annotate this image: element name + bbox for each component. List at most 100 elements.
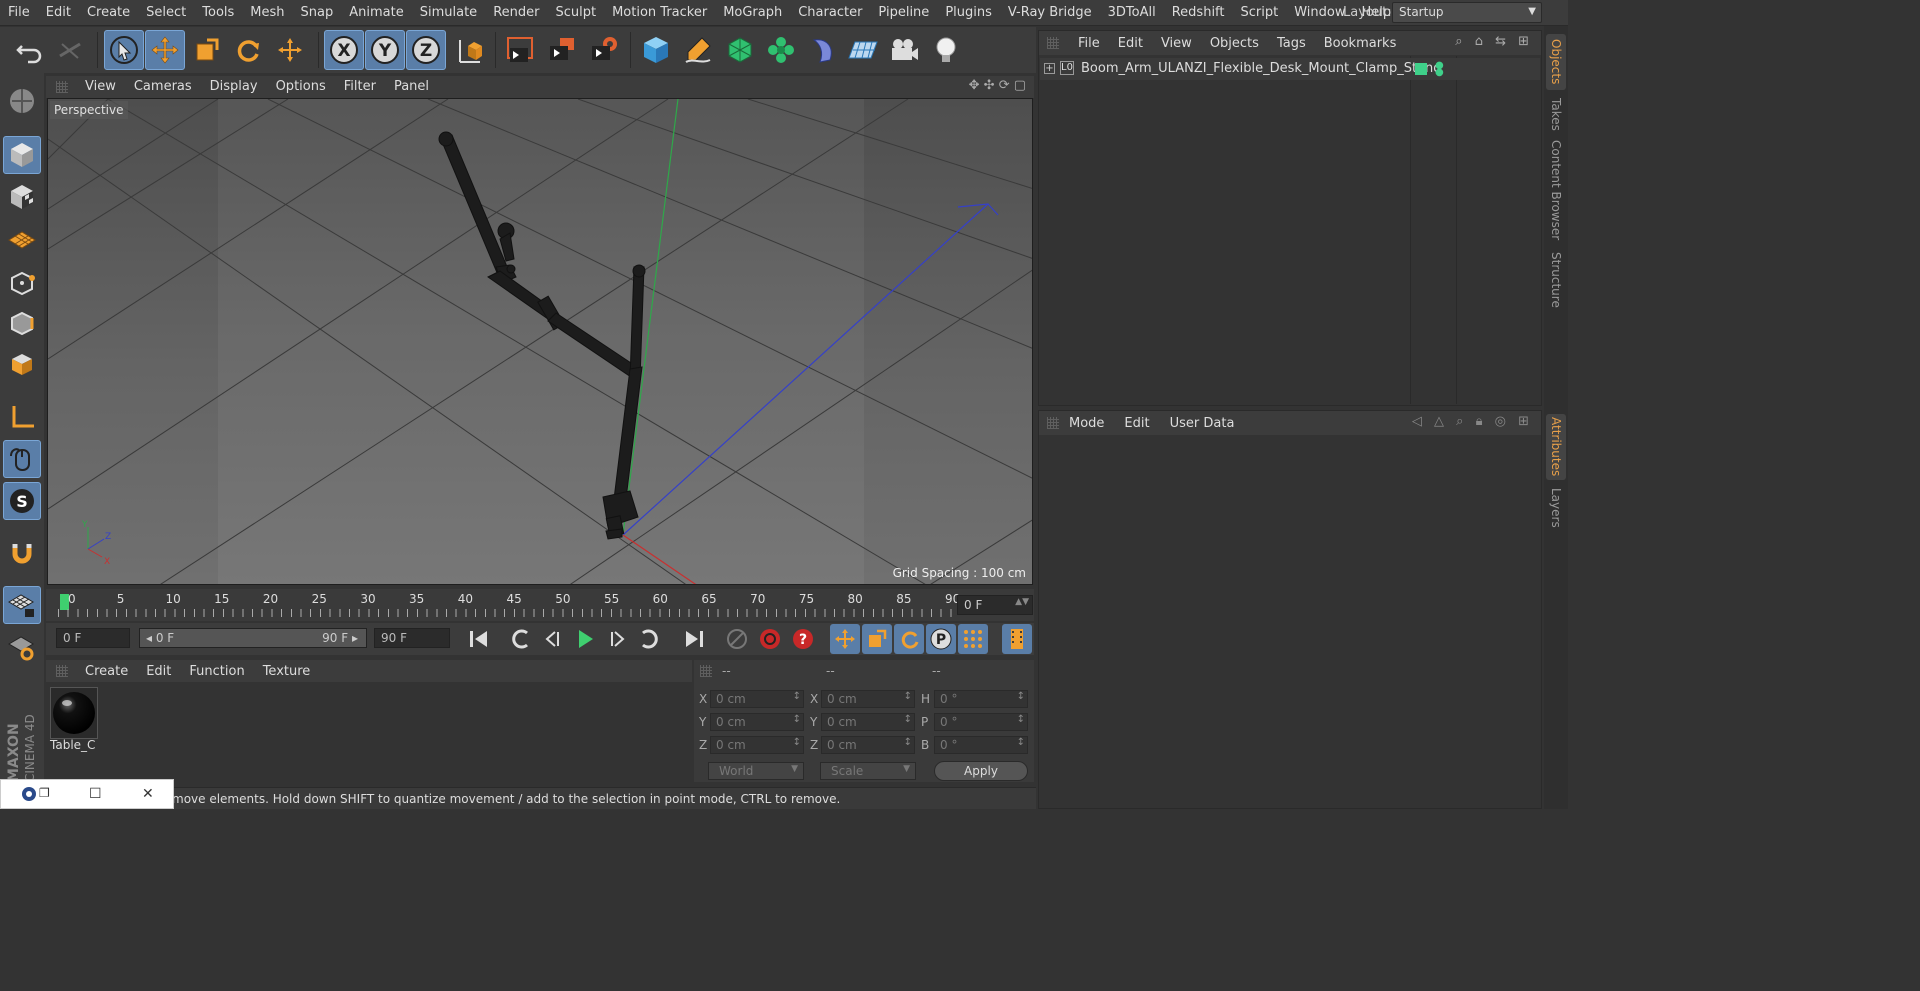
maximize-icon[interactable]: ☐ bbox=[89, 786, 102, 802]
panel-grip[interactable] bbox=[56, 81, 68, 93]
next-frame-button[interactable] bbox=[602, 624, 632, 654]
camera-button[interactable] bbox=[884, 30, 924, 70]
viewport-menu-options[interactable]: Options bbox=[267, 76, 335, 98]
object-menu-view[interactable]: View bbox=[1152, 36, 1201, 51]
tab-structure[interactable]: Structure bbox=[1546, 248, 1566, 312]
attribute-manager-nav-icons[interactable]: ◁ △ ⌕ 🔒︎ ◎ ⊞ bbox=[1412, 414, 1533, 429]
key-rotation-button[interactable] bbox=[894, 624, 924, 654]
size-y-field[interactable]: 0 cm bbox=[821, 713, 915, 731]
planar-workplane-button[interactable] bbox=[3, 628, 41, 666]
rot-p-field[interactable]: 0 ° bbox=[934, 713, 1028, 731]
material-menu-texture[interactable]: Texture bbox=[254, 664, 320, 679]
menu-pipeline[interactable]: Pipeline bbox=[870, 0, 937, 26]
menu-simulate[interactable]: Simulate bbox=[412, 0, 485, 26]
frame-range-slider[interactable]: ◂ 0 F 90 F ▸ bbox=[139, 628, 367, 648]
object-menu-objects[interactable]: Objects bbox=[1201, 36, 1268, 51]
timeline-window-button[interactable] bbox=[1002, 624, 1032, 654]
viewport-menu-filter[interactable]: Filter bbox=[335, 76, 385, 98]
perspective-viewport[interactable]: Y Z X Perspective Grid Spacing : 100 cm bbox=[47, 98, 1033, 585]
panel-grip[interactable] bbox=[700, 665, 712, 677]
panel-grip[interactable] bbox=[1047, 37, 1059, 49]
app-window-icon[interactable] bbox=[21, 786, 37, 806]
edges-mode-button[interactable] bbox=[3, 304, 41, 342]
scale-button[interactable] bbox=[187, 30, 227, 70]
rot-h-field[interactable]: 0 ° bbox=[934, 690, 1028, 708]
menu-file[interactable]: File bbox=[0, 0, 38, 26]
pos-x-field[interactable]: 0 cm bbox=[710, 690, 804, 708]
texture-mode-button[interactable] bbox=[3, 178, 41, 216]
material-manager-area[interactable] bbox=[46, 682, 692, 782]
menu-create[interactable]: Create bbox=[79, 0, 138, 26]
attribute-menu-user-data[interactable]: User Data bbox=[1160, 416, 1245, 431]
material-menu-function[interactable]: Function bbox=[180, 664, 253, 679]
snapping-button[interactable] bbox=[3, 534, 41, 572]
tab-attributes[interactable]: Attributes bbox=[1546, 414, 1566, 480]
y-axis-lock-button[interactable]: Y bbox=[365, 30, 405, 70]
panel-grip[interactable] bbox=[1047, 417, 1059, 429]
menu-render[interactable]: Render bbox=[485, 0, 547, 26]
current-frame-field[interactable]: 0 F ▲▼ bbox=[957, 595, 1033, 615]
light-button[interactable] bbox=[926, 30, 966, 70]
menu-select[interactable]: Select bbox=[138, 0, 194, 26]
transform-button[interactable] bbox=[270, 30, 310, 70]
go-to-end-button[interactable] bbox=[679, 624, 709, 654]
menu-tools[interactable]: Tools bbox=[194, 0, 242, 26]
menu-3dtoall[interactable]: 3DToAll bbox=[1100, 0, 1164, 26]
go-to-start-button[interactable] bbox=[464, 624, 494, 654]
menu-character[interactable]: Character bbox=[790, 0, 870, 26]
menu-vray-bridge[interactable]: V-Ray Bridge bbox=[1000, 0, 1100, 26]
menu-animate[interactable]: Animate bbox=[341, 0, 411, 26]
menu-snap[interactable]: Snap bbox=[293, 0, 342, 26]
object-name[interactable]: Boom_Arm_ULANZI_Flexible_Desk_Mount_Clam… bbox=[1081, 61, 1442, 76]
material-thumbnail[interactable] bbox=[50, 687, 98, 739]
material-menu-create[interactable]: Create bbox=[76, 664, 137, 679]
render-settings-button[interactable] bbox=[584, 30, 624, 70]
object-menu-file[interactable]: File bbox=[1069, 36, 1109, 51]
points-mode-button[interactable] bbox=[3, 264, 41, 302]
lock-workplane-button[interactable] bbox=[3, 586, 41, 624]
menu-motion-tracker[interactable]: Motion Tracker bbox=[604, 0, 715, 26]
z-axis-lock-button[interactable]: Z bbox=[406, 30, 446, 70]
minimized-window-bar[interactable]: ❐ ☐ ✕ bbox=[0, 779, 174, 809]
object-menu-tags[interactable]: Tags bbox=[1268, 36, 1315, 51]
menu-mograph[interactable]: MoGraph bbox=[715, 0, 790, 26]
menu-mesh[interactable]: Mesh bbox=[242, 0, 292, 26]
restore-icon[interactable]: ❐ bbox=[39, 786, 50, 800]
size-x-field[interactable]: 0 cm bbox=[821, 690, 915, 708]
previous-keyframe-button[interactable] bbox=[506, 624, 536, 654]
close-icon[interactable]: ✕ bbox=[142, 786, 154, 802]
record-position-button[interactable] bbox=[722, 624, 752, 654]
make-editable-button[interactable] bbox=[3, 82, 41, 120]
keyframe-selection-button[interactable]: ? bbox=[788, 624, 818, 654]
object-menu-edit[interactable]: Edit bbox=[1109, 36, 1152, 51]
timeline-ruler[interactable]: 0 5 10 15 20 25 30 35 40 45 50 55 60 65 70 75 80 85 90 bbox=[58, 591, 960, 619]
viewport-menu-cameras[interactable]: Cameras bbox=[125, 76, 201, 98]
expand-icon[interactable]: + bbox=[1044, 63, 1055, 74]
previous-frame-button[interactable] bbox=[538, 624, 568, 654]
key-pla-button[interactable] bbox=[958, 624, 988, 654]
menu-edit[interactable]: Edit bbox=[38, 0, 79, 26]
tab-takes[interactable]: Takes bbox=[1546, 94, 1566, 134]
material-menu-edit[interactable]: Edit bbox=[137, 664, 180, 679]
material-name[interactable]: Table_C bbox=[50, 738, 95, 752]
viewport-menu-display[interactable]: Display bbox=[201, 76, 267, 98]
cube-button[interactable] bbox=[636, 30, 676, 70]
menu-script[interactable]: Script bbox=[1233, 0, 1287, 26]
layout-dropdown[interactable]: Startup ▼ bbox=[1392, 2, 1542, 23]
workplane-mode-button[interactable] bbox=[3, 220, 41, 258]
viewport-nav-icons[interactable]: ✥ ✣ ⟳ ▢ bbox=[969, 78, 1026, 93]
rotate-button[interactable] bbox=[228, 30, 268, 70]
menu-redshift[interactable]: Redshift bbox=[1164, 0, 1233, 26]
tab-layers[interactable]: Layers bbox=[1546, 486, 1566, 530]
pos-y-field[interactable]: 0 cm bbox=[710, 713, 804, 731]
attribute-menu-mode[interactable]: Mode bbox=[1059, 416, 1114, 431]
undo-button[interactable] bbox=[10, 30, 50, 70]
size-mode-dropdown[interactable]: Scale ▼ bbox=[820, 762, 916, 780]
floor-button[interactable] bbox=[843, 30, 883, 70]
panel-grip[interactable] bbox=[56, 665, 68, 677]
object-manager-nav-icons[interactable]: ⌕ ⌂ ⇆ ⊞ bbox=[1455, 34, 1533, 49]
menu-sculpt[interactable]: Sculpt bbox=[547, 0, 604, 26]
render-view-button[interactable] bbox=[500, 30, 540, 70]
move-button[interactable] bbox=[145, 30, 185, 70]
axis-mode-button[interactable] bbox=[3, 398, 41, 436]
